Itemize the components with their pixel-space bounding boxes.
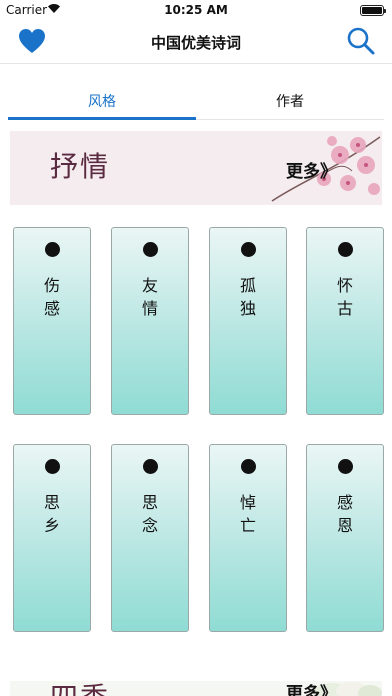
- tag-hole-icon: [45, 459, 60, 474]
- tag-hole-icon: [241, 459, 256, 474]
- poem-category-card[interactable]: 悼亡: [209, 444, 287, 632]
- section-title: 抒情: [50, 150, 111, 183]
- poem-category-card[interactable]: 怀古: [306, 227, 384, 415]
- tag-hole-icon: [338, 459, 353, 474]
- section-title: 四季: [50, 676, 110, 696]
- section-banner-seasons: 四季 更多》: [10, 681, 382, 696]
- tag-hole-icon: [241, 242, 256, 257]
- tab-authors[interactable]: 作者: [196, 86, 384, 122]
- poem-category-card[interactable]: 思乡: [13, 444, 91, 632]
- nav-bar: 中国优美诗词: [0, 20, 392, 64]
- battery-icon: [360, 5, 386, 16]
- tag-hole-icon: [143, 242, 158, 257]
- tag-hole-icon: [338, 242, 353, 257]
- tag-hole-icon: [143, 459, 158, 474]
- poem-category-card[interactable]: 感恩: [306, 444, 384, 632]
- tab-bar: 风格 作者: [0, 86, 392, 122]
- page-title: 中国优美诗词: [150, 34, 241, 52]
- search-icon[interactable]: [346, 26, 376, 56]
- status-bar: Carrier 10:25 AM: [0, 0, 392, 20]
- poem-category-card[interactable]: 思念: [111, 444, 189, 632]
- tag-hole-icon: [45, 242, 60, 257]
- poem-category-card[interactable]: 友情: [111, 227, 189, 415]
- section-banner-lyric: 抒情 更多》: [10, 131, 382, 205]
- poem-category-card[interactable]: 伤感: [13, 227, 91, 415]
- more-button[interactable]: 更多》: [286, 157, 337, 182]
- poem-category-card[interactable]: 孤独: [209, 227, 287, 415]
- tab-active-indicator: [8, 117, 196, 120]
- more-button[interactable]: 更多》: [286, 679, 337, 696]
- status-time: 10:25 AM: [164, 3, 228, 17]
